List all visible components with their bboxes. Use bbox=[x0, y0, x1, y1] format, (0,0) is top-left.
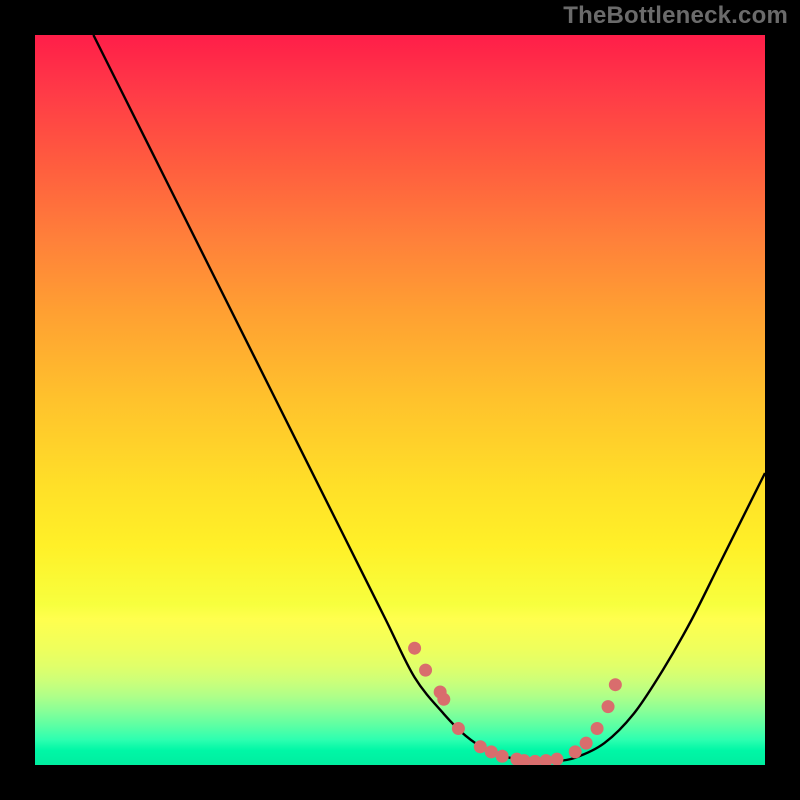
scatter-dot bbox=[550, 753, 563, 765]
scatter-dots bbox=[408, 642, 622, 765]
curve-svg bbox=[35, 35, 765, 765]
scatter-dot bbox=[452, 722, 465, 735]
scatter-dot bbox=[496, 750, 509, 763]
watermark-label: TheBottleneck.com bbox=[563, 2, 788, 30]
scatter-dot bbox=[602, 700, 615, 713]
chart-container: TheBottleneck.com bbox=[0, 0, 800, 800]
scatter-dot bbox=[569, 745, 582, 758]
scatter-dot bbox=[437, 693, 450, 706]
scatter-dot bbox=[419, 664, 432, 677]
scatter-dot bbox=[609, 678, 622, 691]
plot-area bbox=[35, 35, 765, 765]
bottleneck-curve bbox=[93, 35, 765, 762]
scatter-dot bbox=[408, 642, 421, 655]
scatter-dot bbox=[591, 722, 604, 735]
scatter-dot bbox=[580, 737, 593, 750]
